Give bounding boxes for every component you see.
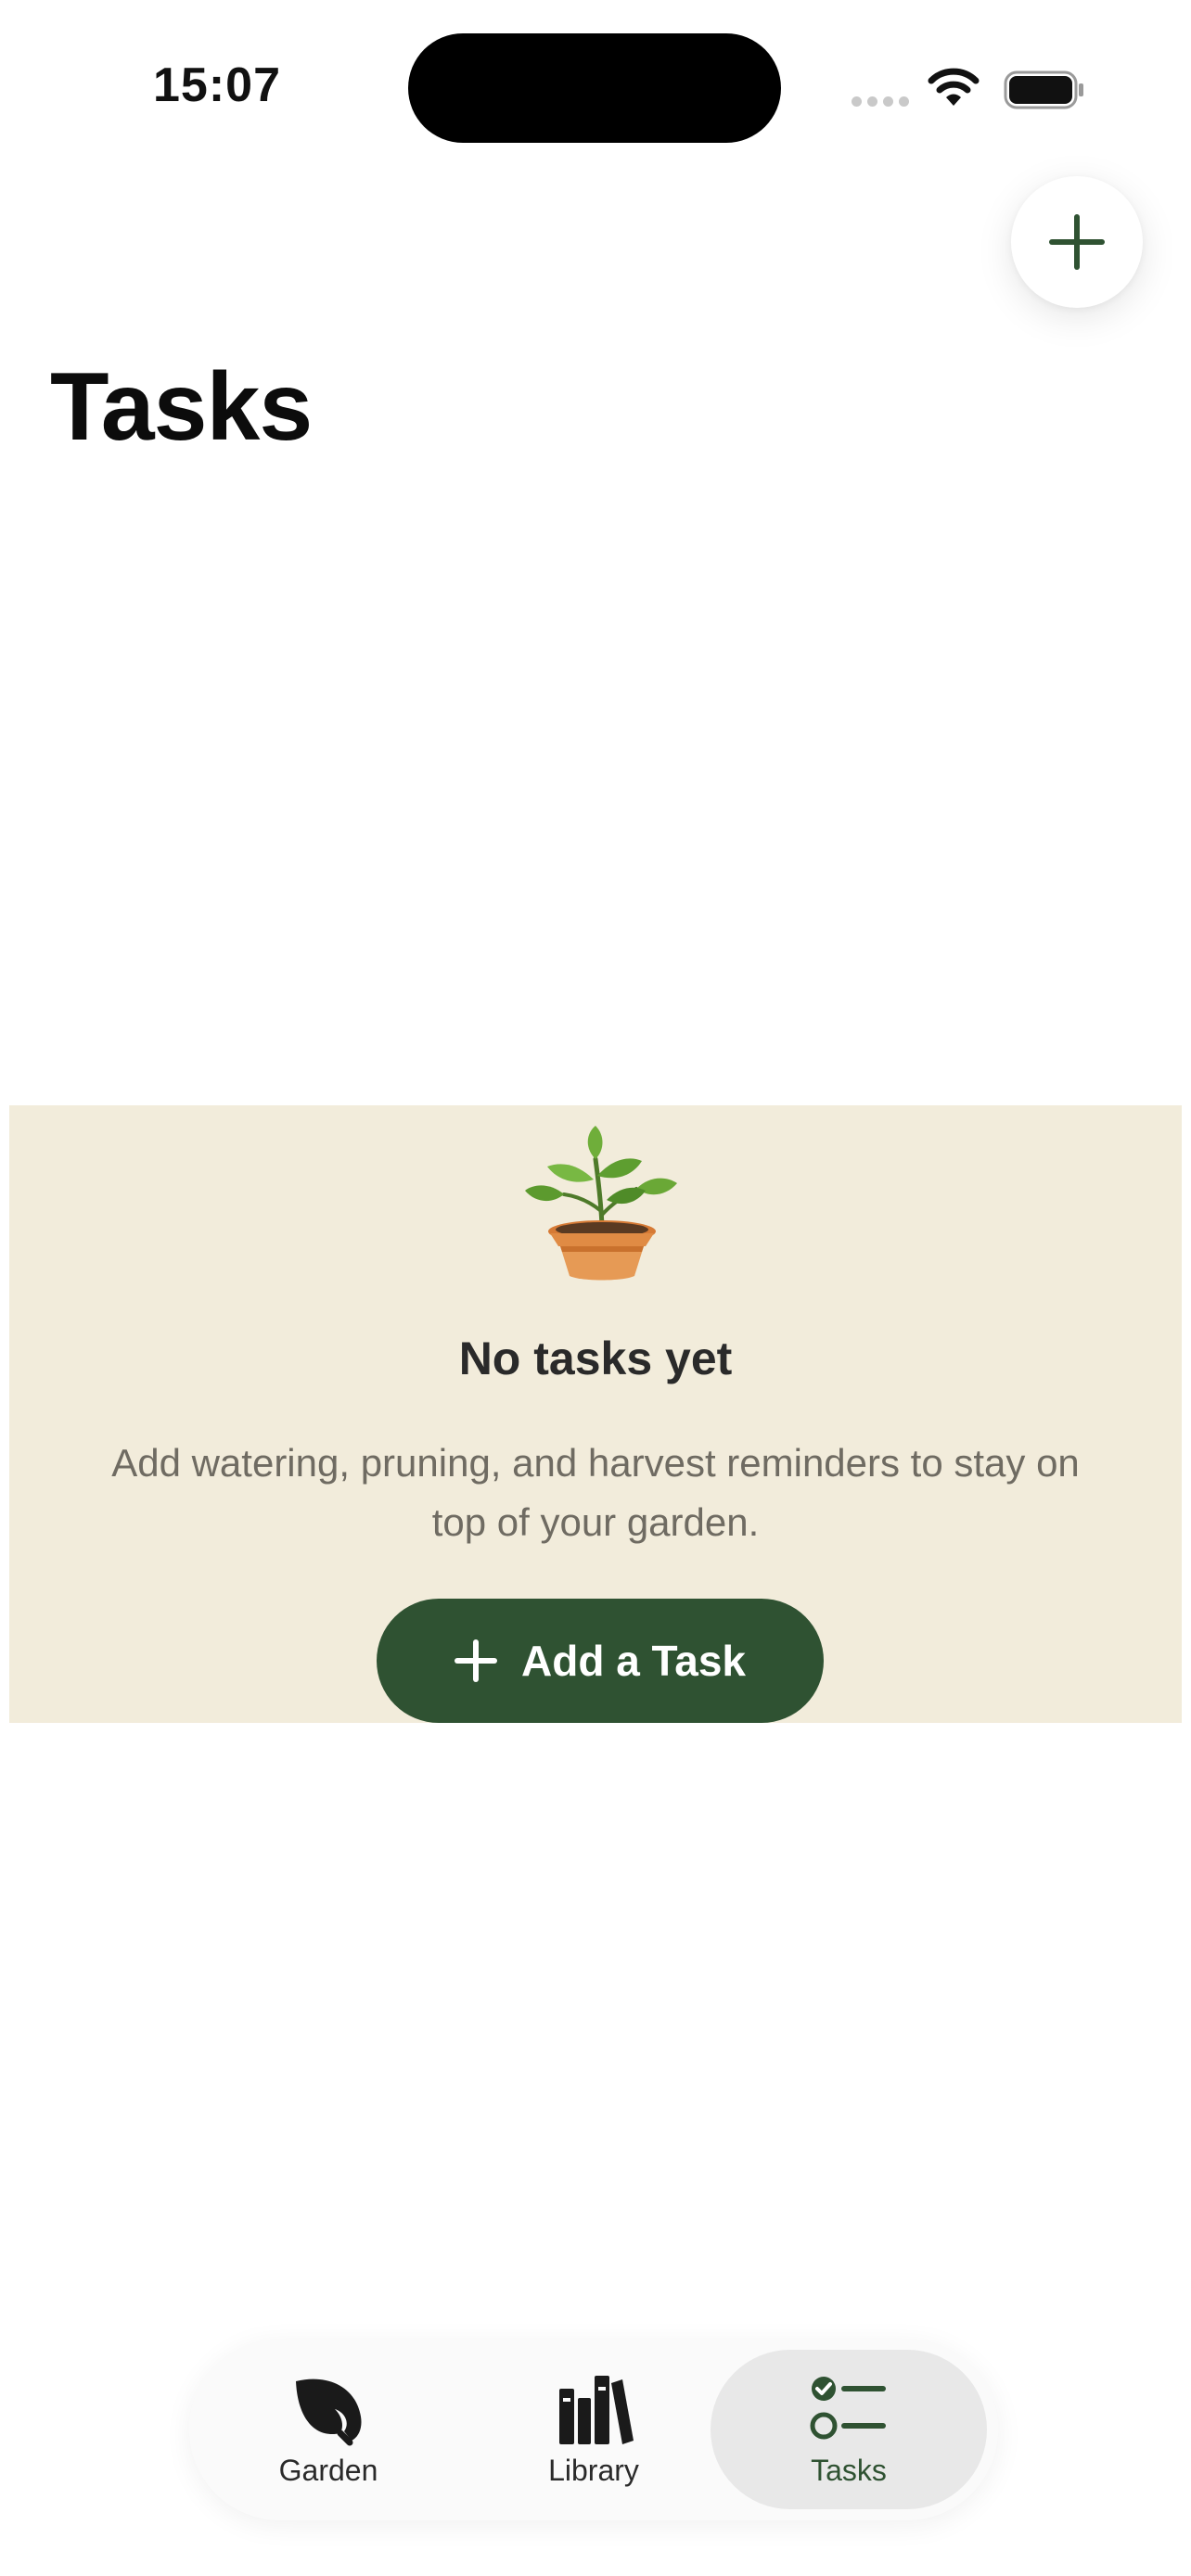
leaf-icon [296, 2378, 362, 2445]
tab-garden-label: Garden [278, 2453, 378, 2487]
wifi-icon [928, 68, 980, 106]
plus-icon [1049, 214, 1105, 270]
battery-icon [1004, 70, 1083, 109]
tasks-screen: 15:07 Tasks No tasks yet Add watering, p… [0, 0, 1191, 2576]
add-task-button-label: Add a Task [521, 1637, 746, 1685]
tab-tasks-label: Tasks [811, 2453, 887, 2487]
plus-icon [455, 1639, 497, 1682]
tab-library[interactable]: Library [455, 2350, 733, 2509]
checklist-icon [810, 2376, 886, 2439]
tab-garden[interactable]: Garden [189, 2350, 467, 2509]
tab-tasks[interactable]: Tasks [711, 2350, 987, 2509]
empty-state-title: No tasks yet [458, 1333, 733, 1384]
dynamic-island [408, 33, 781, 143]
add-task-fab-button[interactable] [1011, 176, 1143, 308]
empty-state-card: No tasks yet Add watering, pruning, and … [9, 1105, 1182, 1723]
books-icon [559, 2375, 634, 2444]
empty-state-description: Add watering, pruning, and harvest remin… [111, 1441, 1080, 1544]
tab-library-label: Library [548, 2453, 639, 2487]
status-time: 15:07 [153, 58, 281, 112]
potted-plant-icon [525, 1126, 677, 1281]
add-task-button[interactable]: Add a Task [377, 1599, 824, 1723]
tab-bar: Garden Library Tasks [189, 2339, 998, 2520]
page-title: Tasks [50, 353, 313, 461]
cellular-signal-icon [852, 96, 909, 107]
